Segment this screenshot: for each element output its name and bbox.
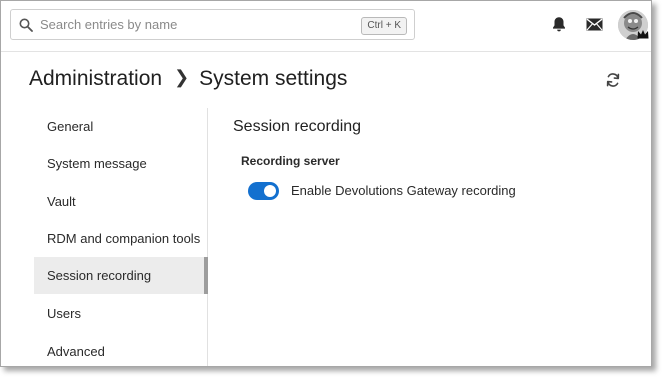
section-title: Session recording bbox=[233, 118, 362, 135]
sidebar-item-system-message[interactable]: System message bbox=[34, 145, 207, 182]
sidebar-item-users[interactable]: Users bbox=[34, 295, 207, 332]
sidebar-item-rdm-companion-tools[interactable]: RDM and companion tools bbox=[34, 220, 207, 257]
sidebar-item-general[interactable]: General bbox=[34, 108, 207, 145]
bell-icon[interactable] bbox=[551, 16, 567, 33]
refresh-icon[interactable] bbox=[605, 72, 621, 88]
breadcrumb: Administration ❯ System settings bbox=[29, 67, 347, 91]
sidebar-item-session-recording[interactable]: Session recording bbox=[34, 257, 208, 294]
shortcut-badge: Ctrl + K bbox=[361, 17, 407, 35]
mail-icon[interactable] bbox=[586, 18, 603, 31]
search-icon bbox=[19, 18, 33, 32]
page-title: System settings bbox=[199, 67, 348, 90]
subsection-heading: Recording server bbox=[241, 154, 340, 168]
crown-icon bbox=[637, 30, 649, 39]
app-window: Search entries by name Ctrl + K Administ… bbox=[0, 0, 652, 367]
breadcrumb-root[interactable]: Administration bbox=[29, 67, 162, 90]
toggle-label: Enable Devolutions Gateway recording bbox=[291, 183, 516, 198]
search-input[interactable]: Search entries by name bbox=[40, 17, 177, 32]
sidebar-item-advanced[interactable]: Advanced bbox=[34, 333, 207, 366]
top-bar: Search entries by name Ctrl + K bbox=[1, 1, 651, 52]
settings-menu: General System message Vault RDM and com… bbox=[34, 108, 208, 366]
sidebar-item-vault[interactable]: Vault bbox=[34, 183, 207, 220]
gateway-recording-toggle[interactable] bbox=[248, 182, 279, 200]
search-box[interactable]: Search entries by name Ctrl + K bbox=[10, 9, 415, 40]
toggle-knob bbox=[264, 185, 276, 197]
chevron-right-icon: ❯ bbox=[174, 67, 190, 87]
